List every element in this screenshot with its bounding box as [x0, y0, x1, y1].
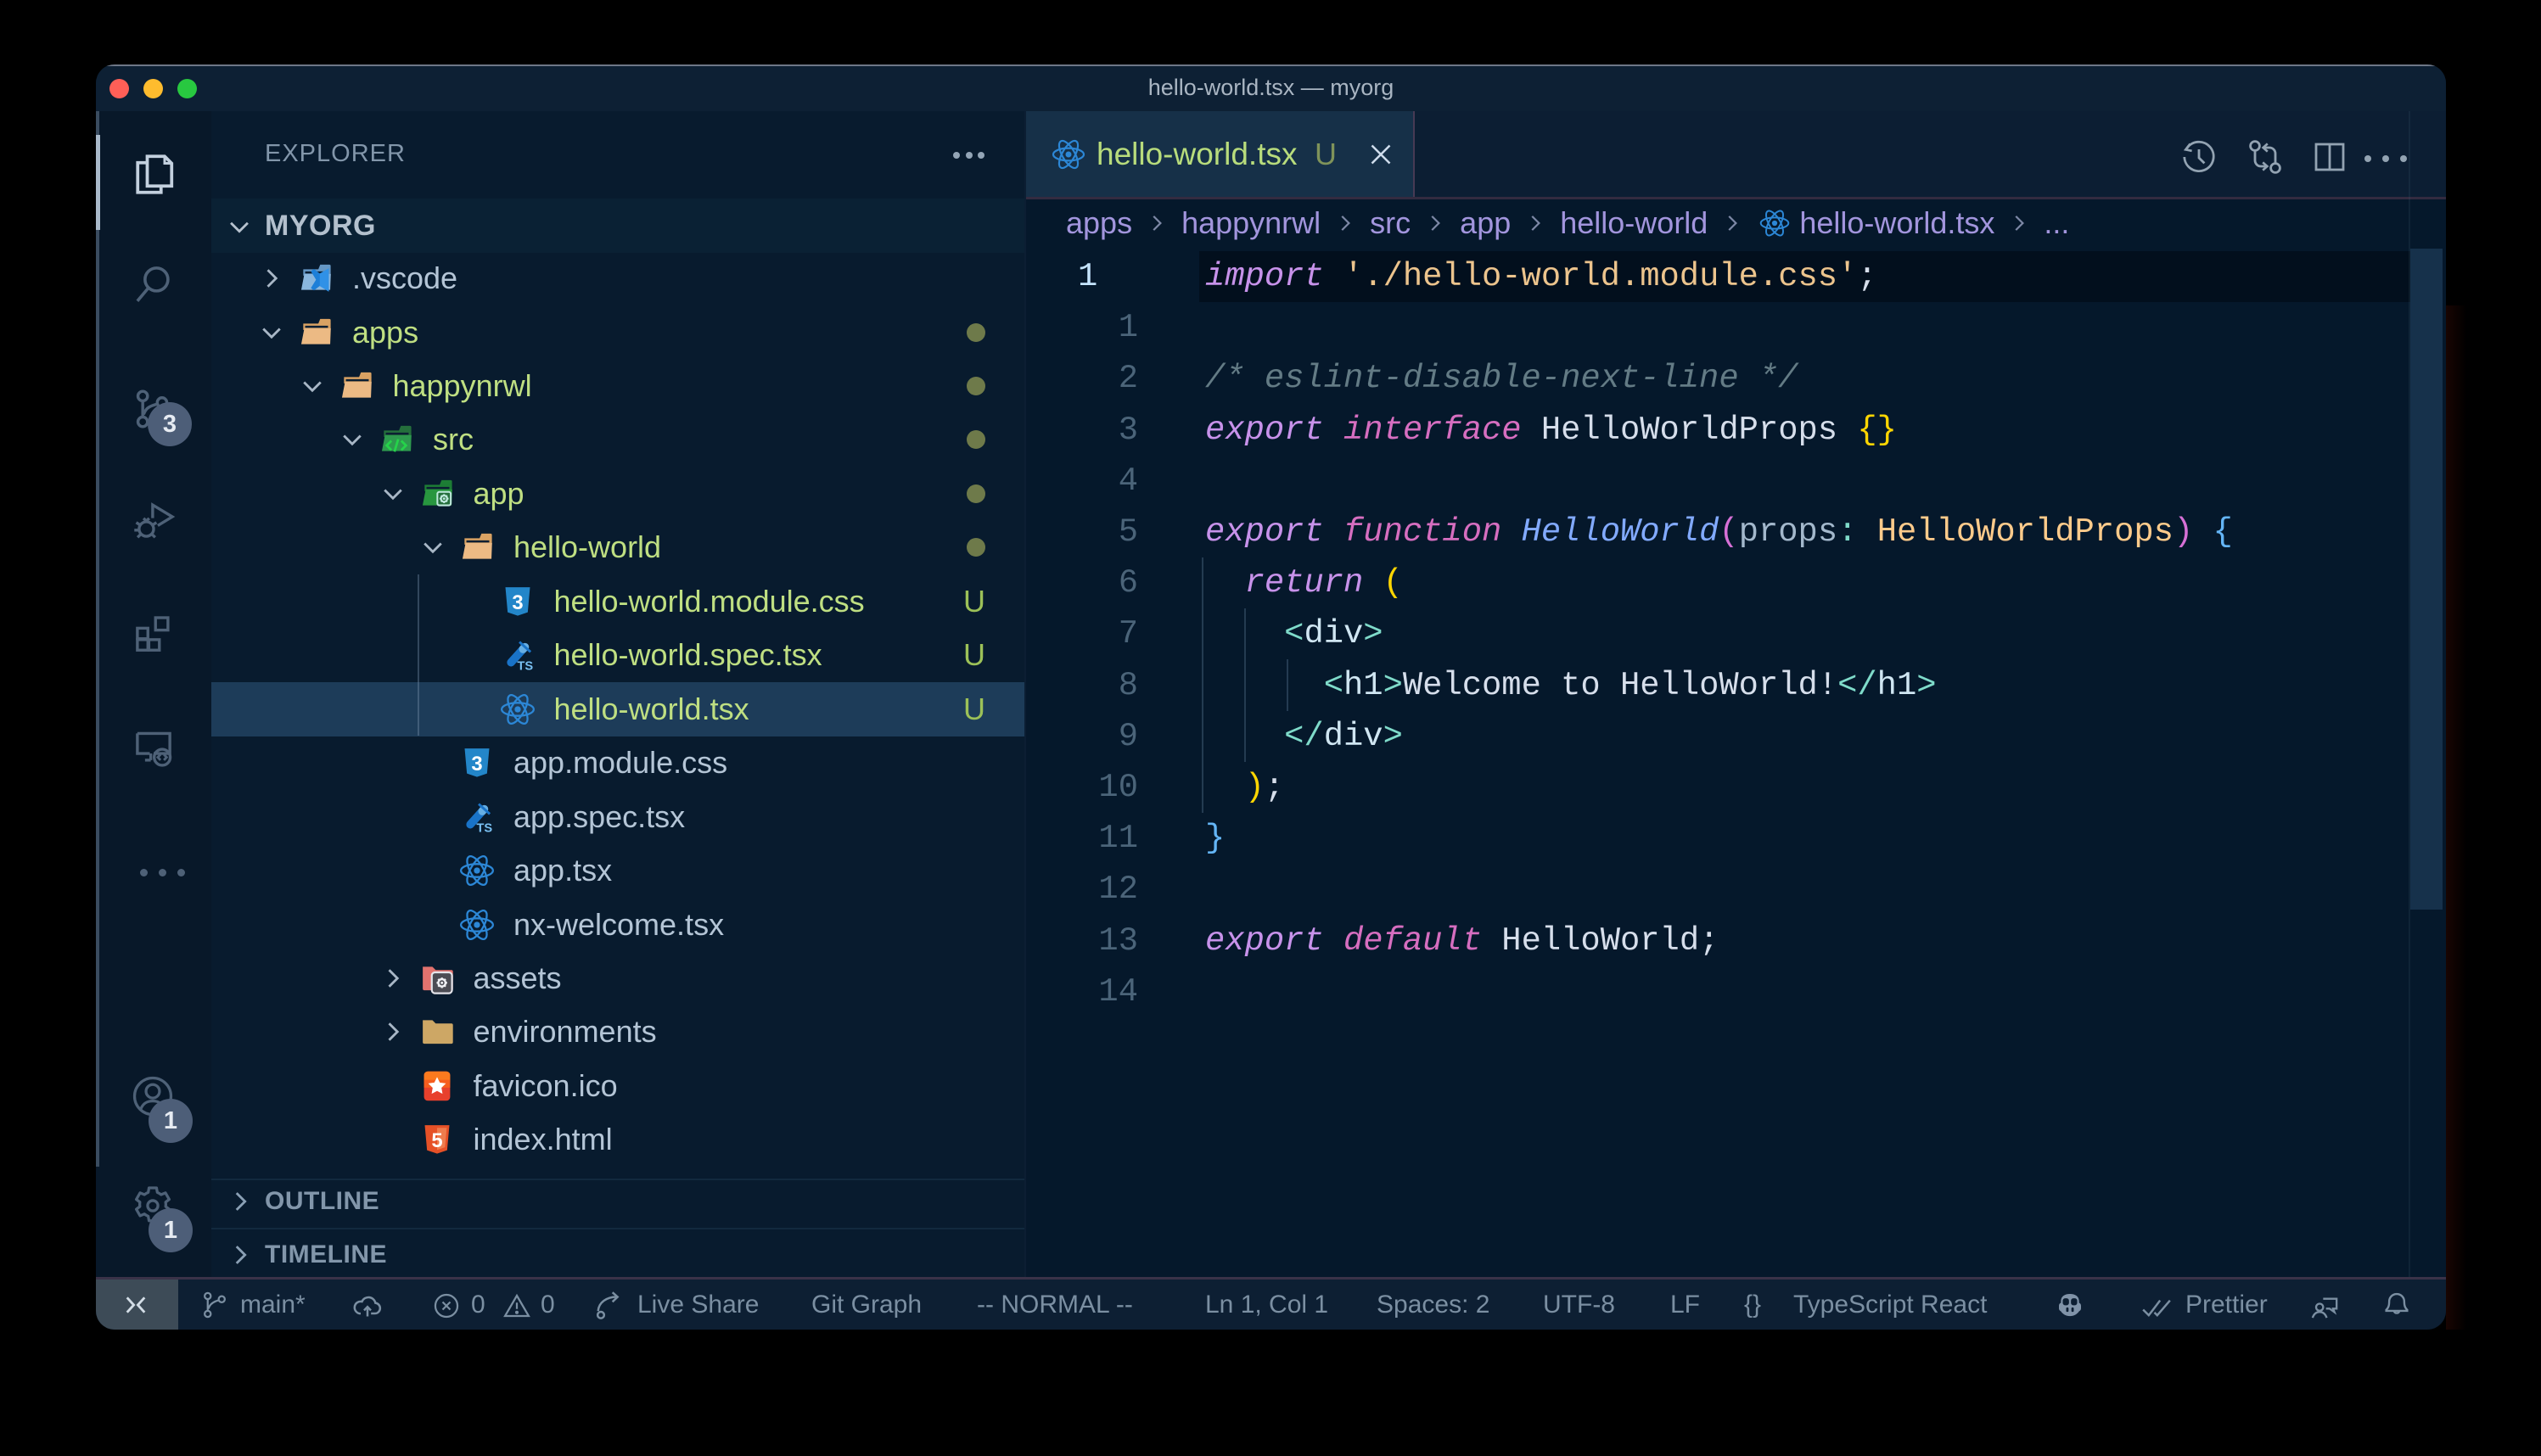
svg-text:TS: TS — [517, 660, 533, 674]
svg-text:5: 5 — [431, 1129, 442, 1152]
svg-text:3: 3 — [512, 591, 523, 614]
svg-text:3: 3 — [471, 753, 482, 776]
svg-text:TS: TS — [476, 821, 492, 835]
